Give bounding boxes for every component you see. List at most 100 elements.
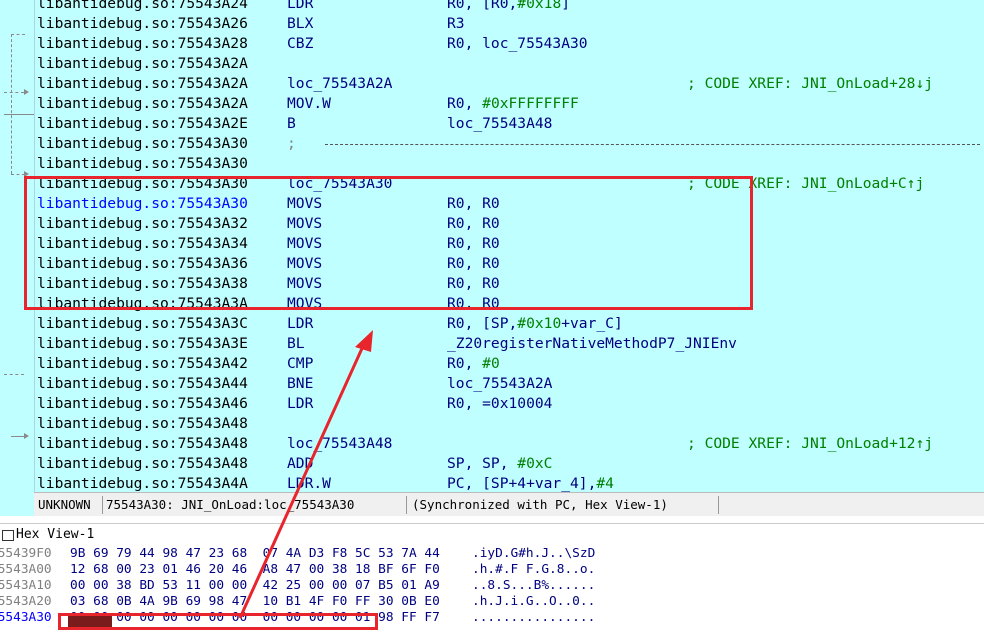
hex-row[interactable]: 75543A20 03 68 0B 4A 9B 69 98 47 10 B1 4F… [0, 594, 984, 610]
disasm-mnemonic[interactable]: loc_75543A48 [287, 434, 392, 454]
immediate-value: #0x10 [517, 315, 562, 332]
flow-arrow-head-icon [24, 433, 29, 439]
disasm-address[interactable]: libantidebug.so:75543A48 [37, 434, 248, 454]
disasm-line[interactable]: libantidebug.so:75543A30; [37, 134, 982, 154]
status-divider [102, 496, 103, 514]
hex-view-window-icon [2, 530, 14, 541]
disasm-line[interactable]: libantidebug.so:75543A4A LDR.W PC, [SP+4+v… [37, 474, 982, 494]
disasm-mnemonic[interactable]: B [287, 114, 296, 134]
disasm-address[interactable]: libantidebug.so:75543A42 [37, 354, 248, 374]
disasm-mnemonic[interactable]: LDR [287, 394, 313, 414]
disasm-line[interactable]: libantidebug.so:75543A44 BNE loc_75543A2A [37, 374, 982, 394]
xref-comment[interactable]: ; CODE XREF: JNI_OnLoad+12↑j [687, 434, 933, 454]
xref-comment[interactable]: ; CODE XREF: JNI_OnLoad+28↓j [687, 74, 933, 94]
disasm-address[interactable]: libantidebug.so:75543A2A [37, 94, 248, 114]
disasm-address[interactable]: libantidebug.so:75543A2A [37, 74, 248, 94]
hex-ascii[interactable]: ..8.S...B%...... [472, 578, 595, 594]
disasm-line[interactable]: libantidebug.so:75543A3C LDR R0, [SP,#0x10… [37, 314, 982, 334]
disasm-operands[interactable]: R0, #0xFFFFFFFF [447, 94, 579, 114]
disasm-address[interactable]: libantidebug.so:75543A26 [37, 14, 248, 34]
disasm-line[interactable]: libantidebug.so:75543A2A [37, 54, 982, 74]
disasm-address[interactable]: libantidebug.so:75543A3C [37, 314, 248, 334]
disasm-mnemonic[interactable]: LDR.W [287, 474, 331, 494]
hex-bytes[interactable]: 03 68 0B 4A 9B 69 98 47 10 B1 4F F0 FF 3… [70, 594, 440, 610]
disasm-line[interactable]: libantidebug.so:75543A30 [37, 154, 982, 174]
hex-row[interactable]: 75543A00 12 68 00 23 01 46 20 46 A8 47 00… [0, 562, 984, 578]
hex-row[interactable]: 75543A10 00 00 38 BD 53 11 00 00 42 25 00… [0, 578, 984, 594]
disasm-line[interactable]: libantidebug.so:75543A28 CBZ R0, loc_75543… [37, 34, 982, 54]
disasm-line[interactable]: libantidebug.so:75543A2A MOV.W R0, #0xFFFF… [37, 94, 982, 114]
disasm-address[interactable]: libantidebug.so:75543A28 [37, 34, 248, 54]
disasm-mnemonic[interactable]: ADD [287, 454, 313, 474]
disasm-line[interactable]: libantidebug.so:75543A42 CMP R0, #0 [37, 354, 982, 374]
hex-address[interactable]: 75543A30 [0, 610, 52, 626]
disasm-operands[interactable]: R0, =0x10004 [447, 394, 552, 414]
disasm-line[interactable]: libantidebug.so:75543A2A loc_75543A2A ; CO… [37, 74, 982, 94]
hex-ascii[interactable]: .h.#.F F.G.8..o. [472, 562, 595, 578]
disasm-address[interactable]: libantidebug.so:75543A2E [37, 114, 248, 134]
disasm-mnemonic[interactable]: LDR [287, 0, 313, 14]
disasm-address[interactable]: libantidebug.so:75543A48 [37, 414, 248, 434]
immediate-value: #0 [482, 355, 500, 372]
disasm-operands[interactable]: loc_75543A48 [447, 114, 552, 134]
disasm-mnemonic[interactable]: loc_75543A2A [287, 74, 392, 94]
hex-ascii[interactable]: ................ [472, 610, 595, 626]
hex-bytes[interactable]: 00 00 38 BD 53 11 00 00 42 25 00 00 07 B… [70, 578, 440, 594]
hex-view-titlebar[interactable]: Hex View-1 [0, 523, 984, 546]
disasm-address[interactable]: libantidebug.so:75543A4A [37, 474, 248, 494]
disasm-line[interactable]: libantidebug.so:75543A26 BLX R3 [37, 14, 982, 34]
disasm-mnemonic[interactable]: BL [287, 334, 305, 354]
disasm-line[interactable]: libantidebug.so:75543A48 [37, 414, 982, 434]
hex-ascii[interactable]: .iyD.G#h.J..\SzD [472, 546, 595, 562]
flow-arrow-line [11, 174, 25, 175]
disasm-line[interactable]: libantidebug.so:75543A46 LDR R0, =0x10004 [37, 394, 982, 414]
disasm-line[interactable]: libantidebug.so:75543A24 LDR R0, [R0,#0x18… [37, 0, 982, 14]
disasm-operands[interactable]: SP, SP, #0xC [447, 454, 552, 474]
disasm-line[interactable]: libantidebug.so:75543A2E Bloc_75543A48 [37, 114, 982, 134]
disasm-operands[interactable]: _Z20registerNativeMethodP7_JNIEnv [447, 334, 737, 354]
disasm-operands[interactable]: R3 [447, 14, 465, 34]
disasm-address[interactable]: libantidebug.so:75543A48 [37, 454, 248, 474]
hex-view-title: Hex View-1 [16, 527, 95, 542]
disasm-operands[interactable]: R0, loc_75543A30 [447, 34, 588, 54]
disasm-mnemonic[interactable]: CMP [287, 354, 313, 374]
hex-address[interactable]: 75543A00 [0, 562, 52, 578]
annotation-box-movs-block [24, 176, 753, 310]
flow-arrow-head-icon [24, 89, 29, 95]
immediate-value: #4 [596, 475, 614, 492]
flow-arrow-line [4, 114, 34, 115]
disasm-mnemonic[interactable]: BNE [287, 374, 313, 394]
hex-address[interactable]: 755439F0 [0, 546, 52, 562]
disasm-operands[interactable]: loc_75543A2A [447, 374, 552, 394]
disasm-address[interactable]: libantidebug.so:75543A46 [37, 394, 248, 414]
disasm-operands[interactable]: R0, [SP,#0x10+var_C] [447, 314, 623, 334]
flow-arrow-line [4, 374, 24, 375]
disasm-address[interactable]: libantidebug.so:75543A3E [37, 334, 248, 354]
flow-arrow-line [4, 92, 24, 93]
status-location: 75543A30: JNI_OnLoad:loc_75543A30 [106, 497, 355, 512]
hex-ascii[interactable]: .h.J.i.G..O..0.. [472, 594, 595, 610]
hex-row[interactable]: 755439F0 9B 69 79 44 98 47 23 68 07 4A D3… [0, 546, 984, 562]
hex-address[interactable]: 75543A20 [0, 594, 52, 610]
disasm-address[interactable]: libantidebug.so:75543A30 [37, 134, 248, 154]
flow-arrow-line [11, 436, 25, 437]
disasm-mnemonic[interactable]: BLX [287, 14, 313, 34]
disasm-operands[interactable]: R0, [R0,#0x18] [447, 0, 570, 14]
disasm-line[interactable]: libantidebug.so:75543A48 ADD SP, SP, #0xC [37, 454, 982, 474]
disasm-address[interactable]: libantidebug.so:75543A2A [37, 54, 248, 74]
disasm-operands[interactable]: R0, #0 [447, 354, 500, 374]
disasm-mnemonic[interactable]: CBZ [287, 34, 313, 54]
flow-arrow-line [11, 34, 12, 174]
hex-address[interactable]: 75543A10 [0, 578, 52, 594]
disasm-mnemonic[interactable]: LDR [287, 314, 313, 334]
disasm-mnemonic[interactable]: MOV.W [287, 94, 331, 114]
disasm-line[interactable]: libantidebug.so:75543A3E BL _Z20registerNa… [37, 334, 982, 354]
disasm-address[interactable]: libantidebug.so:75543A44 [37, 374, 248, 394]
disasm-address[interactable]: libantidebug.so:75543A30 [37, 154, 248, 174]
disasm-address[interactable]: libantidebug.so:75543A24 [37, 0, 248, 14]
disasm-line[interactable]: libantidebug.so:75543A48 loc_75543A48 ; CO… [37, 434, 982, 454]
disasm-operands[interactable]: PC, [SP+4+var_4],#4 [447, 474, 614, 494]
immediate-value: #0x18 [517, 0, 562, 12]
hex-bytes[interactable]: 12 68 00 23 01 46 20 46 A8 47 00 38 18 B… [70, 562, 440, 578]
hex-bytes[interactable]: 9B 69 79 44 98 47 23 68 07 4A D3 F8 5C 5… [70, 546, 440, 562]
